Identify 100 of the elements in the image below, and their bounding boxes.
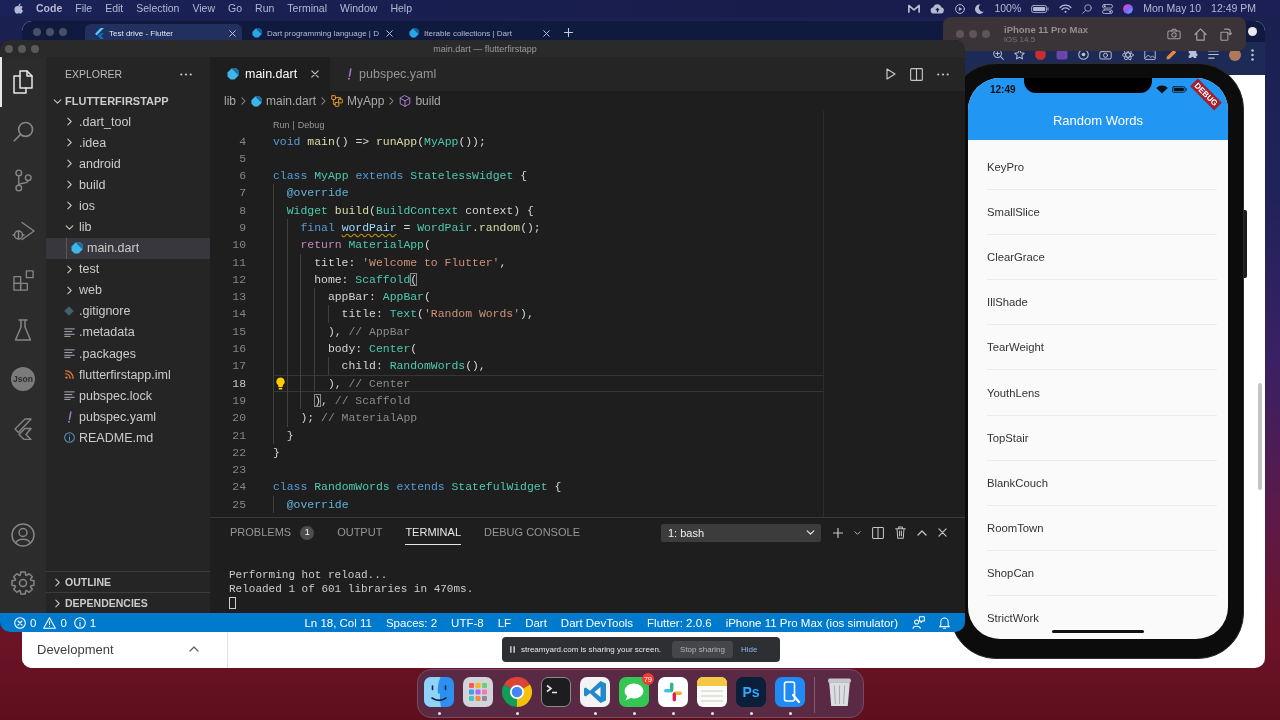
camera-icon[interactable] <box>1167 28 1181 40</box>
atom-icon[interactable] <box>1122 48 1134 61</box>
close-icon[interactable] <box>543 29 550 37</box>
status-item[interactable]: Spaces: 2 <box>385 616 438 629</box>
rotate-icon[interactable] <box>1220 27 1232 41</box>
play-icon[interactable] <box>886 68 896 80</box>
more-icon[interactable] <box>937 72 949 76</box>
browser-tab[interactable]: Iterable collections | Dart <box>399 24 556 42</box>
tree-folder[interactable]: build <box>46 174 210 196</box>
scrollbar-thumb[interactable] <box>1258 383 1262 490</box>
more-icon[interactable] <box>1251 48 1254 61</box>
panel-tab[interactable]: OUTPUT <box>337 520 383 545</box>
circle-button[interactable] <box>1248 27 1257 36</box>
codelens-link[interactable]: Debug <box>297 119 325 130</box>
tree-item[interactable]: main.dart <box>46 237 210 259</box>
editor-tab[interactable]: pubspec.yaml <box>330 57 455 91</box>
status-item[interactable]: iPhone 11 Pro Max (ios simulator) <box>725 616 898 629</box>
finder-icon[interactable] <box>424 677 454 707</box>
hide-link[interactable]: Hide <box>741 645 758 654</box>
simulator-icon[interactable] <box>775 677 805 707</box>
orb-icon[interactable] <box>1123 3 1134 14</box>
breadcrumb-item[interactable]: lib <box>224 94 236 108</box>
menu-item[interactable]: Run <box>255 2 275 15</box>
terminal-icon[interactable] <box>541 677 571 707</box>
tree-folder[interactable]: test <box>46 258 210 280</box>
tree-item[interactable]: README.md <box>46 427 210 449</box>
trash-icon[interactable] <box>895 526 906 539</box>
breadcrumb-item[interactable]: MyApp <box>331 94 385 108</box>
panel-tab[interactable]: DEBUG CONSOLE <box>484 520 580 545</box>
camera-icon[interactable] <box>1099 49 1112 60</box>
panel-tab[interactable]: TERMINAL <box>405 520 461 545</box>
menu-item[interactable]: Window <box>340 2 378 15</box>
bell-icon[interactable] <box>939 616 950 629</box>
lightbulb-icon[interactable] <box>276 376 285 390</box>
tree-folder[interactable]: web <box>46 279 210 301</box>
plus-icon[interactable] <box>833 527 843 538</box>
tree-item[interactable]: .gitignore <box>46 300 210 322</box>
panel-tab[interactable]: PROBLEMS 1 <box>230 519 315 546</box>
cloud-upload-icon[interactable] <box>930 3 946 14</box>
home-icon[interactable] <box>1194 27 1207 41</box>
stop-sharing-button[interactable]: Stop sharing <box>672 641 733 658</box>
picture-icon[interactable] <box>1144 49 1156 60</box>
tree-item[interactable]: pubspec.yaml <box>46 406 210 428</box>
photoshop-icon[interactable]: Ps <box>736 677 766 707</box>
tree-folder[interactable]: .idea <box>46 132 210 154</box>
chevron-up-icon[interactable] <box>917 529 927 536</box>
apple-icon[interactable] <box>14 3 23 14</box>
search-icon[interactable] <box>1082 3 1093 14</box>
menu-item[interactable]: Go <box>228 2 243 15</box>
problems-status-button[interactable]: 0 0 1 <box>14 616 100 629</box>
status-item[interactable]: Ln 18, Col 11 <box>304 616 372 629</box>
menu-item[interactable]: Terminal <box>287 2 327 15</box>
nav-section[interactable]: Development <box>22 635 227 663</box>
octagon-icon[interactable] <box>1035 49 1046 60</box>
person-bubble-icon[interactable] <box>912 616 925 629</box>
tree-item[interactable]: pubspec.lock <box>46 385 210 407</box>
close-icon[interactable] <box>311 70 320 78</box>
status-item[interactable]: Dart DevTools <box>560 616 634 629</box>
menu-item[interactable]: Help <box>390 2 412 15</box>
close-icon[interactable] <box>938 528 947 537</box>
slack-icon[interactable] <box>658 677 688 707</box>
menu-item[interactable]: View <box>192 2 216 15</box>
more-icon[interactable] <box>180 72 192 76</box>
tree-folder[interactable]: ios <box>46 195 210 217</box>
tree-folder[interactable]: .dart_tool <box>46 111 210 133</box>
chrome-icon[interactable] <box>502 677 532 707</box>
breadcrumb-item[interactable]: main.dart <box>251 94 317 108</box>
tree-item[interactable]: .metadata <box>46 321 210 344</box>
menu-item[interactable]: File <box>75 2 93 15</box>
split-icon[interactable] <box>910 67 923 81</box>
tree-item[interactable]: .packages <box>46 343 210 365</box>
tree-folder[interactable]: lib <box>46 216 210 238</box>
chevron-down-icon[interactable] <box>854 530 861 535</box>
toggles-icon[interactable] <box>1102 3 1114 14</box>
star-icon[interactable] <box>1014 49 1025 60</box>
status-item[interactable]: LF <box>497 616 512 629</box>
editor-tab[interactable]: main.dart <box>210 57 331 91</box>
app-menu[interactable]: Code <box>36 2 63 15</box>
menu-item[interactable]: Edit <box>105 2 124 15</box>
moon-icon[interactable] <box>975 3 985 14</box>
close-icon[interactable] <box>229 29 236 37</box>
close-icon[interactable] <box>386 29 393 37</box>
menu-item[interactable]: Selection <box>136 2 180 15</box>
codelens-link[interactable]: Run <box>273 119 290 130</box>
zoom-in-icon[interactable] <box>993 49 1004 60</box>
project-folder[interactable]: FLUTTERFIRSTAPP <box>46 91 210 111</box>
plus-icon[interactable] <box>564 28 573 37</box>
tree-folder[interactable]: android <box>46 153 210 175</box>
notes-icon[interactable] <box>697 677 727 707</box>
browser-tab[interactable]: Dart programming language | D <box>242 24 399 42</box>
m-logo-icon[interactable] <box>908 4 921 13</box>
battery-icon[interactable] <box>1031 4 1050 13</box>
trash-can-icon[interactable] <box>826 677 852 707</box>
status-item[interactable]: Flutter: 2.0.6 <box>647 616 712 629</box>
play-circle-icon[interactable] <box>955 3 966 14</box>
status-item[interactable]: UTF-8 <box>451 616 484 629</box>
list-icon[interactable] <box>1208 50 1219 59</box>
pencil-icon[interactable] <box>1166 49 1177 60</box>
breadcrumb-item[interactable]: build <box>399 94 441 108</box>
vscode-icon[interactable] <box>580 677 610 707</box>
